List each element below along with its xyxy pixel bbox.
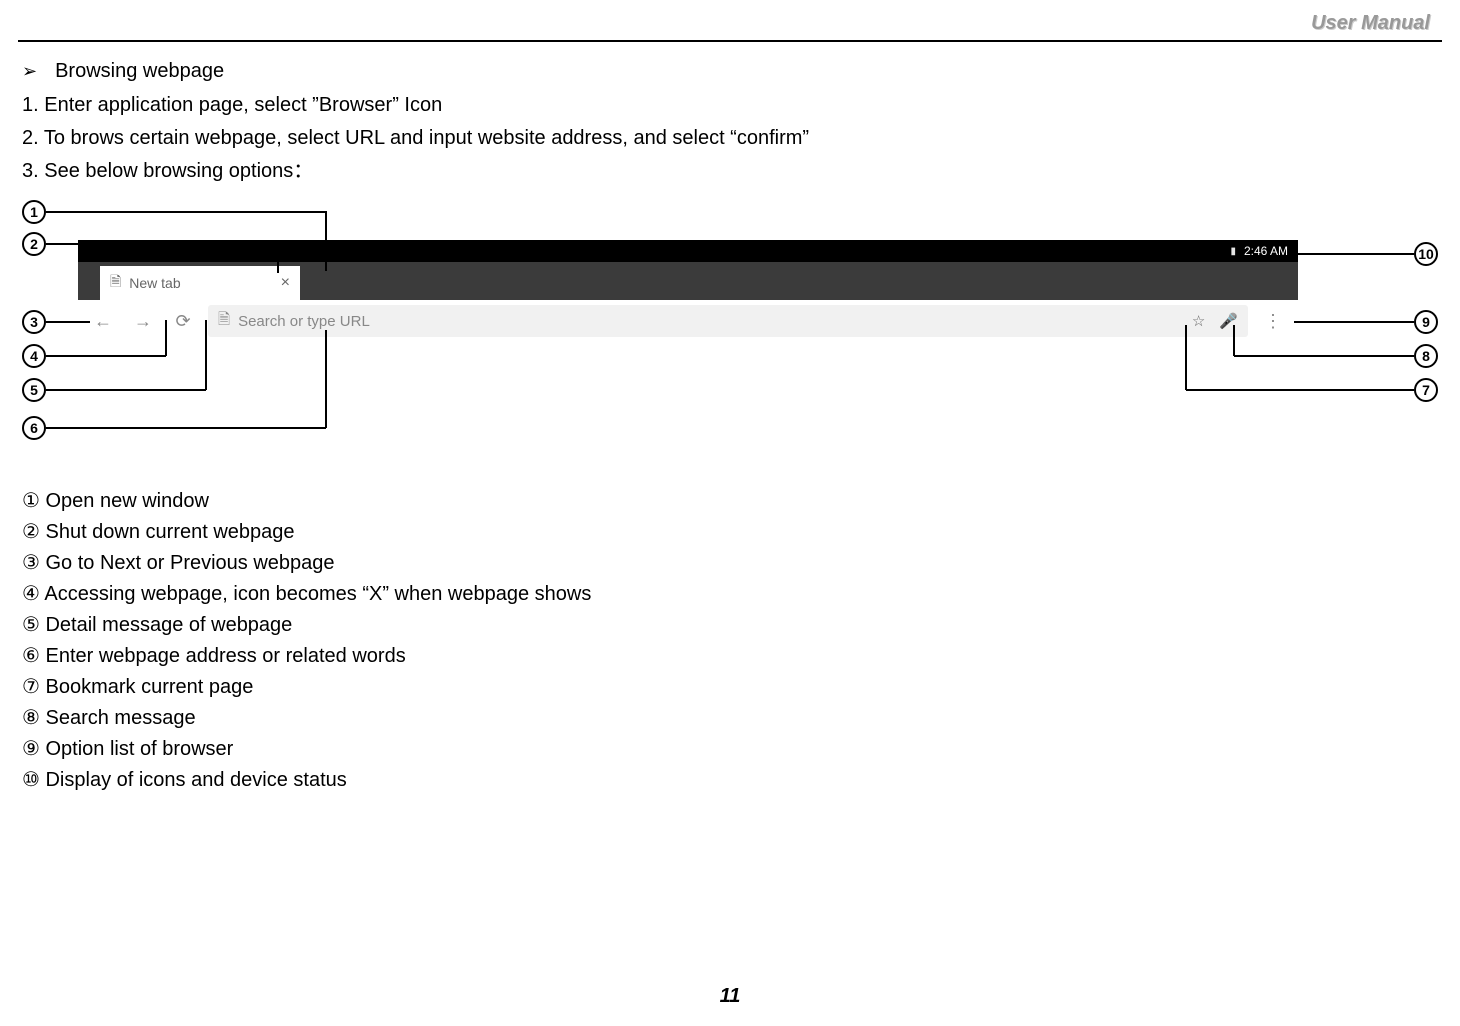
reload-button[interactable]: ⟳ — [168, 306, 198, 336]
step-3: 3. See below browsing options： — [22, 157, 1438, 186]
callout-6: 6 — [22, 416, 46, 440]
callout-3: 3 — [22, 310, 46, 334]
url-bar[interactable]: 🗎 Search or type URL ☆ 🎤 — [208, 305, 1248, 337]
close-tab-icon[interactable]: × — [281, 274, 290, 292]
bookmark-star-icon[interactable]: ☆ — [1192, 312, 1205, 330]
callout-7: 7 — [1414, 378, 1438, 402]
connector — [46, 243, 278, 245]
connector — [46, 427, 326, 429]
section-heading: ➢ Browsing webpage — [22, 60, 1438, 83]
legend-item: ① Open new window — [22, 486, 1438, 517]
callout-1: 1 — [22, 200, 46, 224]
connector — [165, 320, 167, 356]
status-time: 2:46 AM — [1244, 244, 1288, 258]
connector — [1186, 389, 1414, 391]
page-content: ➢ Browsing webpage 1. Enter application … — [22, 60, 1438, 796]
legend-item: ⑦ Bookmark current page — [22, 672, 1438, 703]
header-user-manual: User Manual — [1311, 12, 1430, 35]
connector — [325, 330, 327, 428]
bullet-arrow-icon: ➢ — [22, 61, 37, 82]
battery-icon: ▮ — [1230, 246, 1236, 257]
connector — [277, 243, 279, 273]
connector — [1234, 355, 1414, 357]
legend-item: ③ Go to Next or Previous webpage — [22, 548, 1438, 579]
legend-item: ⑧ Search message — [22, 703, 1438, 734]
browser-diagram: 1 2 3 4 5 6 10 9 8 7 — [22, 200, 1438, 480]
legend-item: ④ Accessing webpage, icon becomes “X” wh… — [22, 579, 1438, 610]
browser-toolbar: ← → ⟳ 🗎 Search or type URL ☆ 🎤 ⋮ — [78, 300, 1298, 342]
legend-item: ⑤ Detail message of webpage — [22, 610, 1438, 641]
browser-tab[interactable]: 🗎 New tab × — [100, 266, 300, 300]
callout-10: 10 — [1414, 242, 1438, 266]
back-button[interactable]: ← — [88, 306, 118, 336]
connector — [1185, 325, 1187, 390]
callout-2: 2 — [22, 232, 46, 256]
legend-item: ② Shut down current webpage — [22, 517, 1438, 548]
step-2: 2. To brows certain webpage, select URL … — [22, 124, 1438, 153]
connector — [1233, 325, 1235, 356]
connector — [46, 355, 166, 357]
menu-kebab-icon[interactable]: ⋮ — [1258, 306, 1288, 336]
page-number: 11 — [0, 985, 1460, 1008]
callout-8: 8 — [1414, 344, 1438, 368]
legend-item: ⑨ Option list of browser — [22, 734, 1438, 765]
page-icon: 🗎 — [110, 271, 121, 295]
tab-strip: 🗎 New tab × — [78, 262, 1298, 300]
connector — [1294, 321, 1414, 323]
step-1: 1. Enter application page, select ”Brows… — [22, 91, 1438, 120]
tab-label: New tab — [129, 275, 180, 291]
connector — [205, 320, 207, 390]
connector — [46, 211, 326, 213]
mic-icon[interactable]: 🎤 — [1219, 312, 1238, 330]
page-icon: 🗎 — [218, 309, 230, 334]
callout-legend: ① Open new window ② Shut down current we… — [22, 486, 1438, 796]
callout-9: 9 — [1414, 310, 1438, 334]
section-title: Browsing webpage — [55, 60, 224, 83]
legend-item: ⑩ Display of icons and device status — [22, 765, 1438, 796]
connector — [46, 389, 206, 391]
header-divider — [18, 40, 1442, 42]
url-placeholder: Search or type URL — [238, 313, 370, 330]
forward-button[interactable]: → — [128, 306, 158, 336]
connector — [325, 211, 327, 271]
callout-5: 5 — [22, 378, 46, 402]
browser-screenshot: ▮ 2:46 AM 🗎 New tab × ← → ⟳ 🗎 Search or … — [78, 240, 1298, 342]
legend-item: ⑥ Enter webpage address or related words — [22, 641, 1438, 672]
callout-4: 4 — [22, 344, 46, 368]
connector — [46, 321, 90, 323]
connector — [1298, 253, 1414, 255]
